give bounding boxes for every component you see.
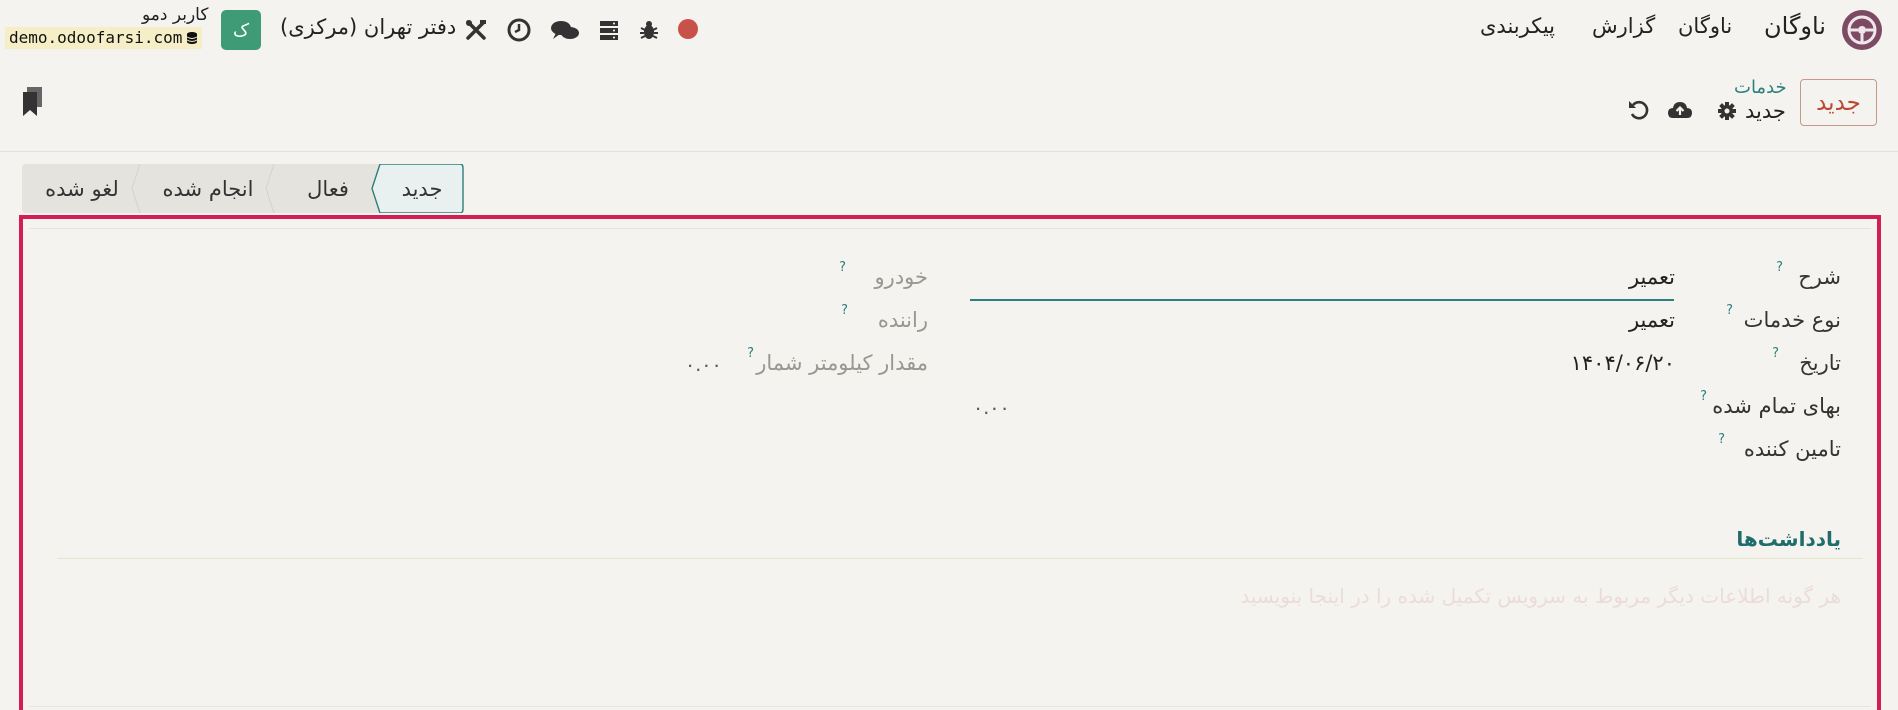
stage-done[interactable]: انجام شده — [146, 164, 270, 213]
control-panel-divider — [0, 151, 1898, 152]
form-sheet: شرح ? نوع خدمات ? تاریخ ? بهای تمام شده … — [19, 215, 1881, 710]
label-cost: بهای تمام شده — [1712, 394, 1841, 418]
undo-icon[interactable] — [1627, 99, 1651, 125]
sheet-bottom-line — [29, 706, 1871, 707]
tab-notes[interactable]: یادداشت‌ها — [1736, 527, 1841, 551]
breadcrumb-current: جدید — [1745, 99, 1786, 123]
notes-textarea[interactable]: هر گونه اطلاعات دیگر مربوط به سرویس تکمی… — [1240, 584, 1841, 608]
description-input[interactable]: تعمیر — [1629, 265, 1675, 289]
bug-icon[interactable] — [636, 17, 662, 43]
stage-active[interactable]: فعال — [280, 164, 376, 213]
bookmark-icon[interactable] — [21, 86, 45, 122]
label-odometer: مقدار کیلومتر شمار — [756, 351, 928, 375]
tools-icon[interactable] — [463, 17, 489, 43]
help-driver[interactable]: ? — [841, 303, 848, 318]
odometer-input[interactable]: ۰.۰۰ — [685, 354, 722, 376]
chat-icon[interactable] — [550, 17, 580, 43]
label-date: تاریخ — [1799, 351, 1841, 375]
menu-reporting[interactable]: گزارش — [1592, 14, 1655, 38]
help-odometer[interactable]: ? — [747, 346, 754, 361]
help-date[interactable]: ? — [1772, 346, 1779, 361]
gear-icon[interactable] — [1716, 100, 1738, 126]
app-title[interactable]: ناوگان — [1764, 12, 1826, 40]
fleet-app-icon[interactable] — [1842, 10, 1882, 50]
label-driver: راننده — [877, 308, 928, 332]
database-name: demo.odoofarsi.com — [9, 28, 183, 47]
menu-fleet[interactable]: ناوگان — [1678, 14, 1732, 38]
new-button[interactable]: جدید — [1800, 79, 1877, 126]
notes-tab-line — [57, 558, 1863, 559]
stage-cancelled[interactable]: لغو شده — [28, 164, 136, 213]
label-vehicle: خودرو — [874, 265, 928, 289]
record-dot-icon[interactable] — [678, 19, 698, 39]
menu-configuration[interactable]: پیکربندی — [1480, 14, 1555, 38]
sheet-top-line — [29, 228, 1871, 229]
help-service-type[interactable]: ? — [1726, 303, 1733, 318]
cloud-upload-icon[interactable] — [1667, 99, 1693, 125]
label-vendor: تامین کننده — [1743, 437, 1841, 461]
cost-input[interactable]: ۰.۰۰ — [973, 397, 1010, 419]
database-icon — [187, 32, 198, 44]
help-vendor[interactable]: ? — [1718, 432, 1725, 447]
help-vehicle[interactable]: ? — [839, 260, 846, 275]
breadcrumb-parent[interactable]: خدمات — [1734, 77, 1787, 98]
label-description: شرح — [1798, 265, 1841, 289]
stage-new[interactable]: جدید — [384, 164, 460, 213]
service-type-select[interactable]: تعمیر — [1629, 308, 1675, 332]
label-service-type: نوع خدمات — [1743, 308, 1841, 332]
company-switcher[interactable]: دفتر تهران (مرکزی) — [280, 15, 456, 39]
clock-icon[interactable] — [506, 17, 532, 43]
help-description[interactable]: ? — [1776, 260, 1783, 275]
user-name[interactable]: کاربر دمو — [142, 5, 208, 25]
date-input[interactable]: ۱۴۰۴/۰۶/۲۰ — [1571, 351, 1675, 375]
user-avatar[interactable]: ک — [221, 10, 261, 50]
server-icon[interactable] — [596, 17, 622, 43]
top-navbar: ناوگان ناوگان گزارش پیکربندی دفتر تهران … — [0, 0, 1898, 60]
database-badge: demo.odoofarsi.com — [5, 27, 203, 49]
help-cost[interactable]: ? — [1700, 389, 1707, 404]
description-input-underline — [970, 299, 1674, 301]
